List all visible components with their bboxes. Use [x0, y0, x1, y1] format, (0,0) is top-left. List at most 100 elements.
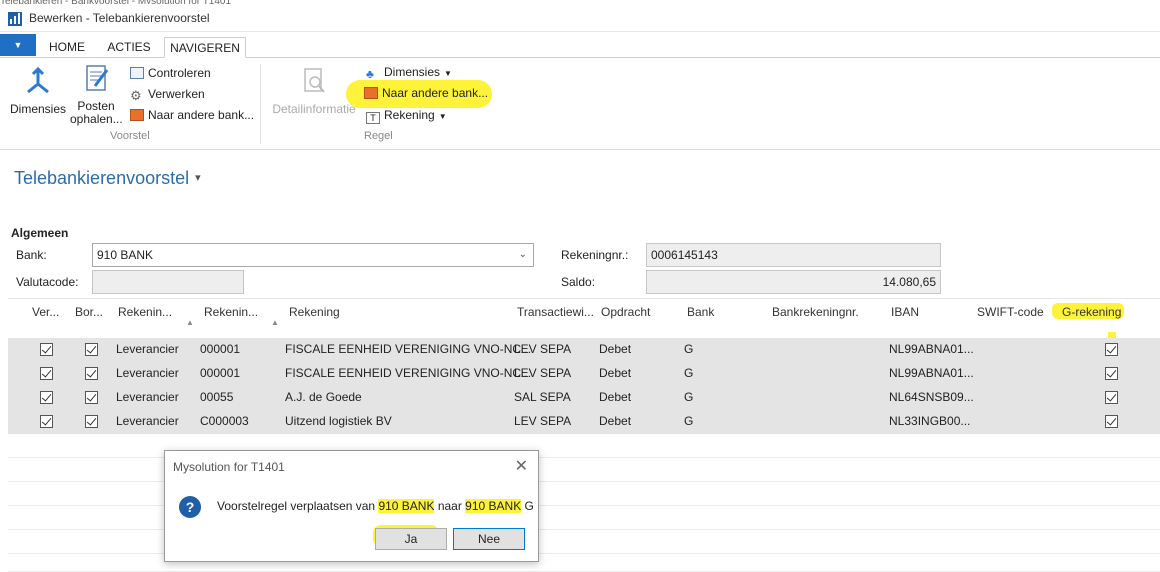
checkbox[interactable] — [85, 391, 98, 404]
tab-home[interactable]: HOME — [44, 37, 90, 58]
col-header[interactable]: Bank — [687, 305, 714, 319]
cell-type: Leverancier — [116, 414, 179, 428]
rekeningnr-field[interactable]: 0006145143 — [646, 243, 941, 267]
col-header[interactable]: IBAN — [891, 305, 919, 319]
bank-value: 910 BANK — [97, 248, 154, 262]
checkbox[interactable] — [1105, 391, 1118, 404]
dialog-title: Mysolution for T1401 — [173, 460, 285, 474]
cell-iban: NL99ABNA01... — [889, 366, 974, 380]
bank-field[interactable]: 910 BANK ⌄ — [92, 243, 534, 267]
col-header[interactable]: Rekenin... — [204, 305, 258, 319]
gears-icon: ⚙ — [130, 88, 142, 103]
naar-andere-bank-voorstel-label: Naar andere bank... — [148, 108, 255, 122]
col-header[interactable]: G-rekening — [1062, 305, 1121, 319]
cell-trans: LEV SEPA — [514, 342, 572, 356]
checkbox[interactable] — [40, 367, 53, 380]
verwerken-button[interactable]: ⚙ Verwerken — [130, 85, 205, 103]
text-t-icon: T — [366, 112, 380, 124]
dimensies-regel-button[interactable]: ♣ Dimensies ▼ — [366, 63, 452, 81]
msg-mid: naar — [434, 499, 466, 513]
col-header[interactable]: Rekenin... — [118, 305, 172, 319]
confirm-dialog: Mysolution for T1401 ✕ ? Voorstelregel v… — [164, 450, 539, 562]
rekeningnr-label: Rekeningnr.: — [561, 248, 629, 262]
cell-name: FISCALE EENHEID VERENIGING VNO-NC... — [285, 366, 532, 380]
group-label-voorstel: Voorstel — [110, 130, 150, 142]
col-header[interactable]: Rekening — [289, 305, 340, 319]
checkbox[interactable] — [1105, 343, 1118, 356]
checkbox[interactable] — [85, 367, 98, 380]
app-icon — [8, 12, 22, 26]
cell-bank: G — [684, 390, 694, 404]
close-icon[interactable]: ✕ — [515, 456, 528, 476]
table-row[interactable]: Leverancier 00055 A.J. de Goede SAL SEPA… — [8, 386, 1160, 410]
cell-opdracht: Debet — [599, 342, 632, 356]
col-header[interactable]: Transactiewi... — [517, 305, 594, 319]
cell-name: FISCALE EENHEID VERENIGING VNO-NC... — [285, 342, 532, 356]
cell-bank: G — [684, 366, 694, 380]
cell-type: Leverancier — [116, 390, 179, 404]
checkbox[interactable] — [85, 343, 98, 356]
cell-type: Leverancier — [116, 342, 179, 356]
naar-andere-bank-voorstel-button[interactable]: Naar andere bank... — [130, 106, 254, 124]
table-row[interactable]: Leverancier 000001 FISCALE EENHEID VEREN… — [8, 338, 1160, 362]
fetch-entries-icon — [86, 65, 109, 91]
grid-header: Ver... Bor... Rekenin... ▲ Rekenin... ▲ … — [8, 298, 1160, 332]
checkbox[interactable] — [85, 415, 98, 428]
yes-button[interactable]: Ja — [375, 528, 447, 550]
chevron-down-icon: ▼ — [444, 69, 452, 78]
no-button[interactable]: Nee — [453, 528, 525, 550]
cell-iban: NL64SNSB09... — [889, 390, 974, 404]
checkbox[interactable] — [1105, 367, 1118, 380]
valutacode-label: Valutacode: — [16, 275, 79, 289]
sort-icon: ▲ — [186, 318, 194, 327]
rekening-button[interactable]: T Rekening ▼ — [366, 106, 447, 124]
dimensies-button[interactable]: Dimensies — [8, 66, 68, 126]
checkbox[interactable] — [40, 415, 53, 428]
detailinformatie-label: Detailinformatie — [272, 102, 356, 116]
cell-nr: C000003 — [200, 414, 249, 428]
checkbox[interactable] — [40, 391, 53, 404]
section-algemeen: Algemeen — [11, 226, 69, 240]
cell-nr: 000001 — [200, 342, 241, 356]
rekening-label: Rekening — [384, 108, 435, 122]
dimensies-label: Dimensies — [9, 102, 66, 116]
col-header[interactable]: Ver... — [32, 305, 59, 319]
valutacode-field[interactable] — [92, 270, 244, 294]
saldo-label: Saldo: — [561, 275, 596, 289]
msg-suffix: G — [521, 499, 534, 513]
naar-andere-bank-regel-button[interactable]: Naar andere bank... — [364, 84, 488, 102]
app-menu-button[interactable]: ▼ — [0, 34, 36, 56]
saldo-field[interactable]: 14.080,65 — [646, 270, 941, 294]
move-bank-icon — [364, 87, 378, 99]
checkbox[interactable] — [40, 343, 53, 356]
tab-acties[interactable]: ACTIES — [102, 37, 156, 58]
posten-label-2: ophalen... — [70, 112, 123, 126]
col-header[interactable]: Opdracht — [601, 305, 650, 319]
title-bar: Bewerken - Telebankierenvoorstel — [0, 4, 1160, 32]
controleren-button[interactable]: Controleren — [130, 64, 211, 82]
detailinformatie-button[interactable]: Detailinformatie — [270, 66, 358, 126]
cell-iban: NL33INGB00... — [889, 414, 971, 428]
cell-type: Leverancier — [116, 366, 179, 380]
col-header[interactable]: Bankrekeningnr. — [772, 305, 859, 319]
window-title: Bewerken - Telebankierenvoorstel — [29, 11, 210, 25]
msg-prefix: Voorstelregel verplaatsen van — [217, 499, 379, 513]
checkbox[interactable] — [1105, 415, 1118, 428]
ribbon: Dimensies Posten ophalen... Controleren … — [0, 58, 1160, 150]
cell-bank: G — [684, 414, 694, 428]
cell-nr: 00055 — [200, 390, 234, 404]
chevron-down-icon[interactable]: ⌄ — [519, 244, 527, 266]
cell-nr: 000001 — [200, 366, 241, 380]
table-row[interactable]: Leverancier C000003 Uitzend logistiek BV… — [8, 410, 1160, 434]
cell-trans: LEV SEPA — [514, 414, 572, 428]
table-row[interactable]: Leverancier 000001 FISCALE EENHEID VEREN… — [8, 362, 1160, 386]
col-header[interactable]: Bor... — [75, 305, 103, 319]
move-bank-icon — [130, 109, 144, 121]
check-icon — [130, 67, 144, 79]
chevron-down-icon: ▾ — [195, 172, 201, 184]
col-header[interactable]: SWIFT-code — [977, 305, 1044, 319]
page-title[interactable]: Telebankierenvoorstel ▾ — [14, 168, 201, 189]
posten-ophalen-button[interactable]: Posten ophalen... — [70, 62, 123, 132]
tab-navigeren[interactable]: NAVIGEREN — [164, 37, 246, 58]
cell-opdracht: Debet — [599, 390, 632, 404]
